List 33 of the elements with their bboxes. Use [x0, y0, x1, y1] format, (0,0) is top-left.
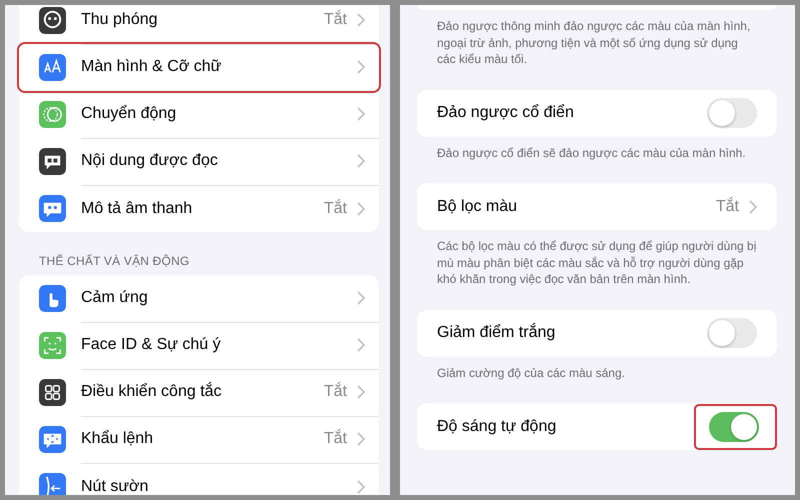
setting-label: Đảo ngược cổ điển — [437, 104, 575, 122]
setting-label: Giảm điểm trắng — [437, 324, 556, 342]
settings-row[interactable]: Cảm ứng — [19, 275, 379, 322]
setting-description: Các bộ lọc màu có thể được sử dụng để giúp người dùng bị mù màu phân biệt các màu sắc và hỗ trợ người dùng gặp khó khăn trong việc đọc văn bản trên màn hình. — [436, 238, 758, 288]
settings-row[interactable]: Điều khiển công tắc Tắt — [19, 369, 379, 416]
settings-row[interactable]: Mô tả âm thanh Tắt — [19, 185, 379, 232]
setting-description: Đảo ngược thông minh đảo ngược các màu của màn hình, ngoại trừ ảnh, phương tiện và một số ứng dụng sử dụng các kiểu màu tối. — [436, 18, 752, 68]
setting-label: Độ sáng tự động — [437, 418, 558, 436]
chevron-icon — [357, 13, 365, 27]
setting-description: Giảm cường độ của các màu sáng. — [436, 364, 626, 382]
settings-row[interactable]: Thu phóng Tắt — [19, 5, 379, 44]
settings-row[interactable]: Khẩu lệnh Tắt — [19, 416, 379, 463]
settings-row[interactable]: Chuyển động — [19, 91, 379, 138]
setting-description: Đảo ngược cổ điển sẽ đảo ngược các màu của màn hình. — [436, 144, 747, 162]
chevron-icon — [357, 107, 365, 121]
toggle-switch[interactable] — [707, 318, 757, 348]
chevron-icon — [749, 200, 757, 214]
chevron-icon — [357, 154, 365, 168]
chevron-icon — [357, 338, 365, 352]
settings-row[interactable]: Face ID & Sự chú ý — [19, 322, 379, 369]
toggle-switch[interactable] — [709, 412, 759, 442]
chevron-icon — [357, 202, 365, 216]
chevron-icon — [357, 480, 365, 494]
chevron-icon — [357, 432, 365, 446]
toggle-switch[interactable] — [707, 98, 757, 128]
chevron-icon — [357, 291, 365, 305]
settings-row[interactable]: Bộ lọc màu Tắt — [417, 183, 777, 230]
chevron-icon — [357, 60, 365, 74]
settings-row[interactable]: Nội dung được đọc — [19, 138, 379, 185]
section-header: THỂ CHẤT VÀ VẬN ĐỘNG — [39, 254, 190, 268]
settings-row[interactable]: Màn hình & Cỡ chữ — [19, 44, 379, 91]
chevron-icon — [357, 385, 365, 399]
settings-row[interactable]: Nút sườn — [19, 463, 379, 495]
